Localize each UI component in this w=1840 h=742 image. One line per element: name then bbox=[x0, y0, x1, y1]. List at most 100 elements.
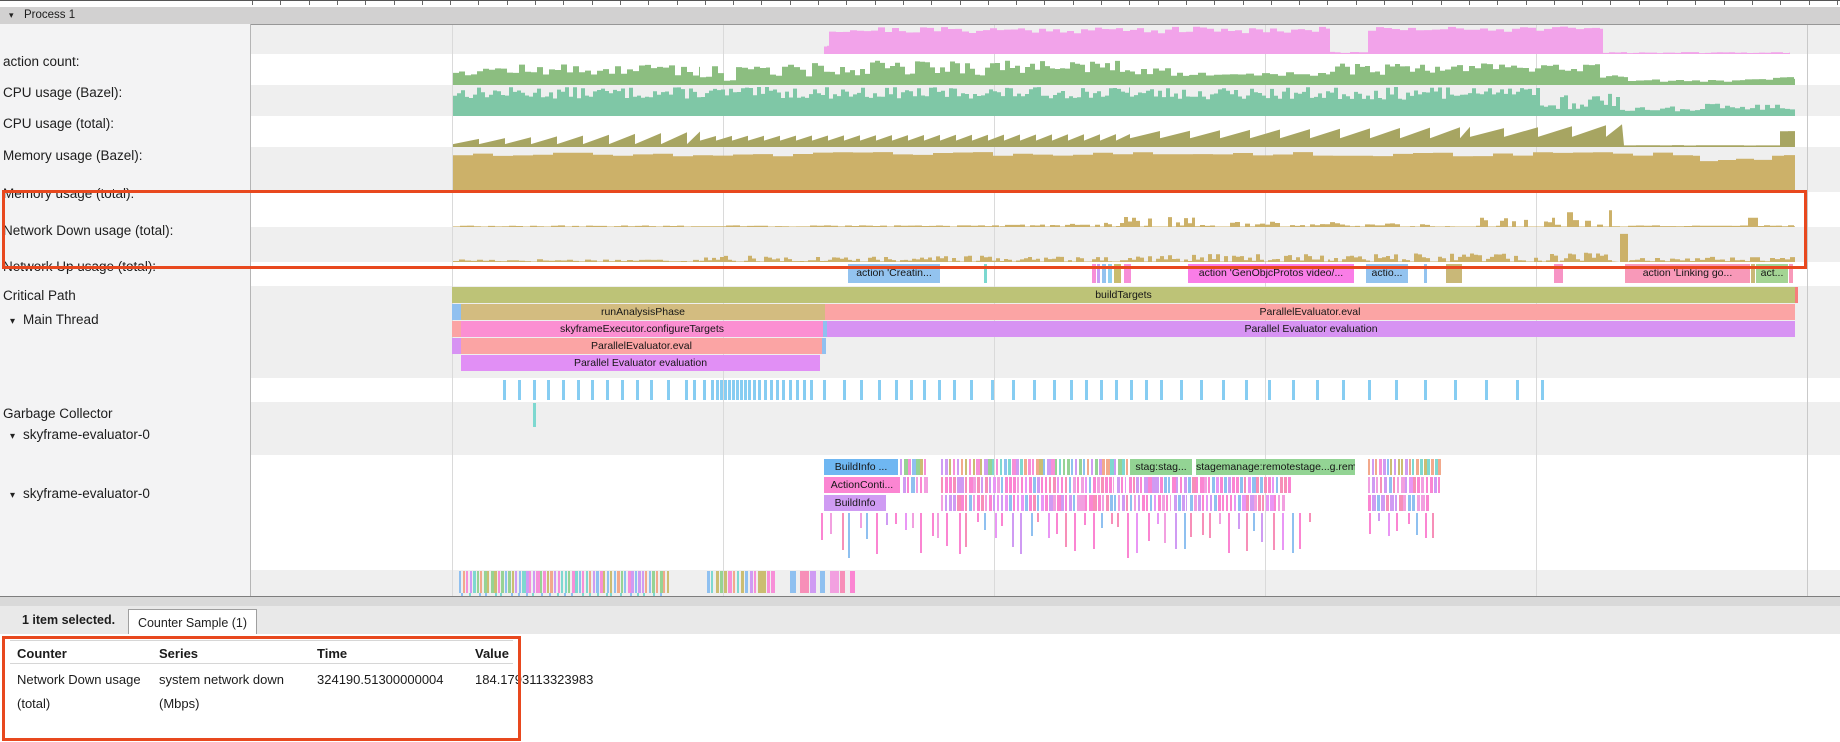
trace-span[interactable] bbox=[1401, 459, 1403, 475]
gc-event-tick[interactable] bbox=[650, 380, 653, 400]
trace-span[interactable] bbox=[610, 571, 612, 593]
trace-span[interactable] bbox=[737, 571, 739, 593]
trace-span[interactable] bbox=[607, 571, 610, 593]
trace-span[interactable] bbox=[842, 513, 844, 550]
gc-event-tick[interactable] bbox=[1541, 380, 1544, 400]
trace-span[interactable] bbox=[800, 571, 809, 593]
trace-span[interactable]: ParallelEvaluator.eval bbox=[461, 338, 822, 354]
trace-span[interactable] bbox=[1212, 477, 1215, 493]
trace-span[interactable] bbox=[1396, 513, 1398, 531]
gc-event-tick[interactable] bbox=[1200, 380, 1203, 400]
trace-span[interactable] bbox=[1074, 513, 1076, 551]
gc-event-tick[interactable] bbox=[591, 380, 594, 400]
gc-event-tick[interactable] bbox=[1516, 380, 1519, 400]
trace-span[interactable] bbox=[1206, 495, 1209, 511]
trace-span[interactable] bbox=[1395, 495, 1397, 511]
gc-event-tick[interactable] bbox=[503, 380, 506, 400]
trace-span[interactable] bbox=[1368, 477, 1370, 493]
trace-span[interactable] bbox=[965, 477, 967, 493]
trace-span[interactable] bbox=[1105, 477, 1108, 493]
trace-span[interactable] bbox=[1369, 513, 1371, 534]
trace-span[interactable] bbox=[1377, 495, 1380, 511]
trace-span[interactable] bbox=[470, 571, 472, 593]
gc-event-tick[interactable] bbox=[1033, 380, 1036, 400]
trace-span[interactable] bbox=[1378, 513, 1380, 521]
trace-span[interactable] bbox=[1102, 495, 1105, 511]
trace-span[interactable] bbox=[547, 571, 549, 593]
trace-span[interactable] bbox=[969, 495, 972, 511]
trace-span[interactable] bbox=[463, 571, 465, 593]
sidebar-item-action-count[interactable]: action count: bbox=[3, 54, 80, 69]
trace-span[interactable] bbox=[459, 571, 461, 593]
gc-event-tick[interactable] bbox=[1368, 380, 1371, 400]
trace-span[interactable] bbox=[895, 513, 897, 524]
trace-span[interactable] bbox=[1284, 477, 1287, 493]
trace-span[interactable] bbox=[1416, 459, 1419, 475]
trace-span[interactable] bbox=[1114, 264, 1121, 283]
trace-span[interactable] bbox=[997, 477, 1000, 493]
trace-span[interactable] bbox=[1073, 495, 1075, 511]
trace-span[interactable] bbox=[667, 571, 670, 593]
trace-span[interactable] bbox=[1260, 477, 1263, 493]
trace-span[interactable] bbox=[848, 513, 850, 558]
action-count-chart[interactable] bbox=[0, 24, 1840, 54]
gc-event-tick[interactable] bbox=[923, 380, 926, 400]
sidebar-item-main-thread[interactable]: ▾Main Thread bbox=[10, 312, 99, 327]
trace-span[interactable] bbox=[1202, 495, 1205, 511]
cpu-usage-total-chart[interactable] bbox=[0, 85, 1840, 116]
trace-span[interactable] bbox=[1253, 513, 1255, 531]
trace-span[interactable] bbox=[1041, 495, 1044, 511]
trace-span[interactable] bbox=[1017, 477, 1019, 493]
trace-span[interactable] bbox=[1393, 477, 1395, 493]
trace-span[interactable] bbox=[1092, 264, 1096, 283]
trace-span[interactable] bbox=[1292, 513, 1294, 553]
trace-span[interactable] bbox=[985, 495, 987, 511]
trace-span[interactable] bbox=[1009, 495, 1012, 511]
trace-span[interactable] bbox=[716, 571, 719, 593]
trace-span[interactable] bbox=[1053, 477, 1056, 493]
trace-span[interactable] bbox=[961, 459, 963, 475]
trace-span[interactable] bbox=[1021, 477, 1023, 493]
trace-span[interactable]: action 'Creatin... bbox=[848, 264, 940, 283]
trace-span[interactable] bbox=[1425, 513, 1427, 538]
trace-span[interactable] bbox=[649, 571, 651, 593]
trace-span[interactable]: skyframeExecutor.configureTargets bbox=[461, 321, 823, 337]
gc-event-tick[interactable] bbox=[953, 380, 956, 400]
trace-span[interactable] bbox=[977, 495, 980, 511]
gc-event-tick[interactable] bbox=[667, 380, 670, 400]
trace-span[interactable]: Parallel Evaluator evaluation bbox=[461, 355, 820, 371]
trace-span[interactable] bbox=[1091, 459, 1094, 475]
trace-span[interactable]: stagemanage:remotestage...g.remot... bbox=[1196, 459, 1355, 475]
gc-event-tick[interactable] bbox=[796, 380, 799, 400]
trace-span[interactable] bbox=[1005, 477, 1008, 493]
trace-span[interactable] bbox=[1122, 495, 1125, 511]
tab-counter-sample[interactable]: Counter Sample (1) bbox=[128, 609, 257, 636]
trace-span[interactable] bbox=[1198, 495, 1201, 511]
trace-span[interactable] bbox=[1427, 459, 1430, 475]
trace-view[interactable]: action 'Creatin...action 'GenObjcProtos … bbox=[0, 0, 1840, 596]
trace-span[interactable]: runAnalysisPhase bbox=[461, 304, 825, 320]
trace-span[interactable] bbox=[1041, 477, 1044, 493]
gc-event-tick[interactable] bbox=[1180, 380, 1183, 400]
gc-event-tick[interactable] bbox=[606, 380, 609, 400]
gc-event-tick[interactable] bbox=[1085, 380, 1088, 400]
trace-span[interactable] bbox=[1085, 477, 1087, 493]
trace-span[interactable] bbox=[953, 495, 956, 511]
trace-span[interactable] bbox=[1408, 495, 1411, 511]
trace-span[interactable] bbox=[1417, 495, 1421, 511]
trace-span[interactable] bbox=[1270, 495, 1274, 511]
trace-span[interactable] bbox=[519, 571, 521, 593]
trace-span[interactable] bbox=[1398, 459, 1401, 475]
trace-span[interactable] bbox=[1184, 477, 1187, 493]
gc-event-tick[interactable] bbox=[764, 380, 767, 400]
trace-span[interactable] bbox=[750, 571, 753, 593]
trace-span[interactable] bbox=[1280, 477, 1283, 493]
gc-event-tick[interactable] bbox=[740, 380, 743, 400]
trace-span[interactable] bbox=[912, 513, 914, 528]
trace-span[interactable] bbox=[1209, 513, 1211, 538]
trace-span[interactable] bbox=[1150, 495, 1153, 511]
trace-span[interactable] bbox=[505, 571, 507, 593]
trace-span[interactable] bbox=[1226, 495, 1228, 511]
trace-span[interactable] bbox=[920, 513, 922, 553]
gc-event-tick[interactable] bbox=[533, 380, 536, 400]
